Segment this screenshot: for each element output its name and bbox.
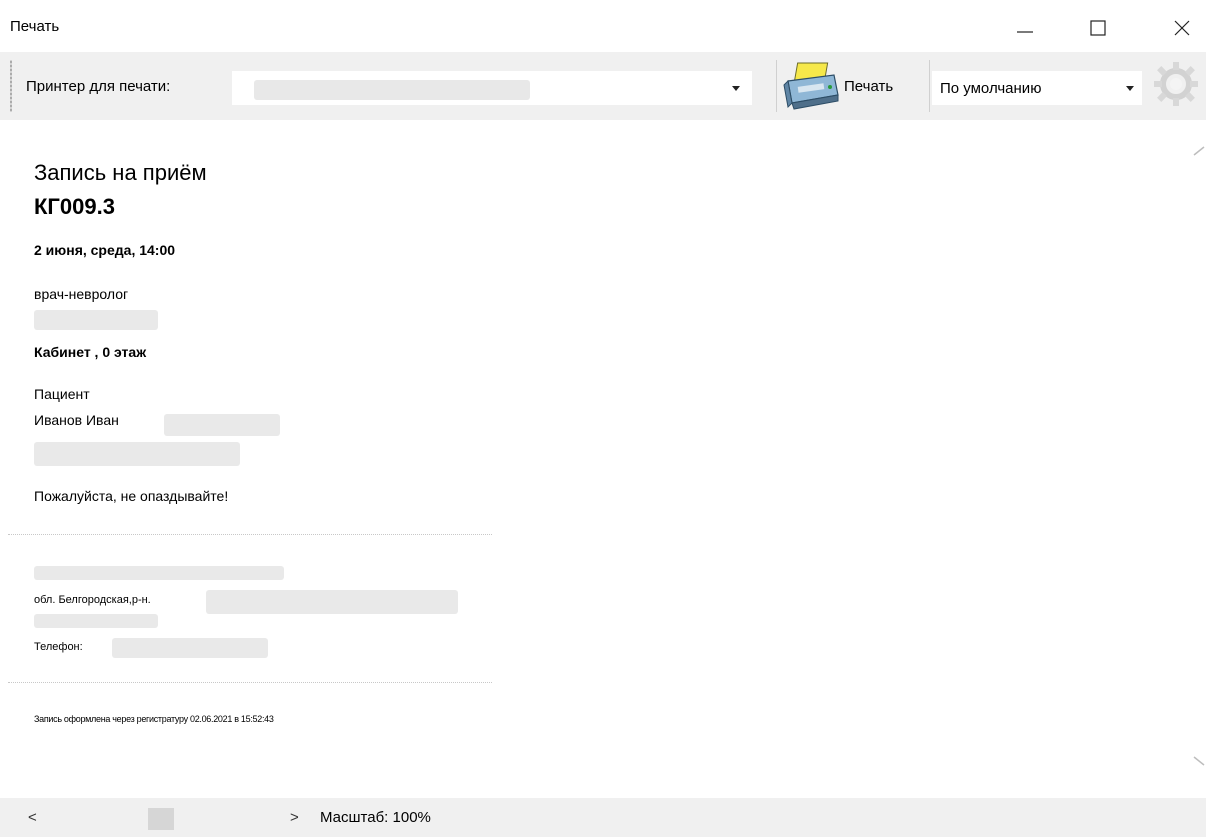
toolbar: Принтер для печати: Печать По умолчанию [0,52,1206,120]
clinic-address: обл. Белгородская,р-н. [34,594,151,606]
print-preview[interactable]: Запись на приём КГ009.3 2 июня, среда, 1… [0,120,1206,798]
status-bar: < > Масштаб: 100% [0,798,1206,837]
print-mode-select[interactable]: По умолчанию [932,71,1142,105]
chevron-down-icon [732,86,740,91]
title-bar: Печать [0,0,1206,52]
patient-surname-redacted [164,414,280,436]
printer-select[interactable] [232,71,752,105]
maximize-icon [1090,20,1106,36]
patient-label: Пациент [34,386,90,402]
phone-redacted [112,638,268,658]
close-icon [1174,20,1190,36]
toolbar-separator [776,60,777,112]
maximize-button[interactable] [1076,10,1120,46]
printer-name-redacted [254,80,530,100]
clinic-name-redacted [34,566,284,580]
gear-icon[interactable] [1150,58,1202,110]
print-mode-value: По умолчанию [940,80,1042,97]
toolbar-separator [929,60,930,112]
footer-note: Запись оформлена через регистратуру 02.0… [34,714,274,724]
zoom-level: Масштаб: 100% [320,809,431,826]
horizontal-scroll-thumb[interactable] [148,808,174,830]
scroll-down-icon[interactable] [1192,754,1206,768]
minimize-icon [1017,31,1033,33]
doctor-specialty: врач-невролог [34,286,129,302]
doctor-name-redacted [34,310,158,330]
phone-label: Телефон: [34,641,83,653]
printer-icon [783,62,839,110]
scroll-left-button[interactable]: < [28,809,37,826]
window-title: Печать [10,18,60,35]
address-line2-redacted [34,614,158,628]
patient-details-redacted [34,442,240,466]
print-button[interactable]: Печать [782,58,928,114]
minimize-button[interactable] [1003,10,1047,46]
chevron-down-icon [1126,86,1134,91]
address-redacted [206,590,458,614]
dotted-divider [8,534,492,535]
scroll-up-icon[interactable] [1192,144,1206,158]
dotted-divider [8,682,492,683]
toolbar-grip[interactable] [10,60,12,112]
reminder-text: Пожалуйста, не опаздывайте! [34,488,229,504]
print-button-label: Печать [844,77,894,95]
printer-label: Принтер для печати: [26,78,171,95]
patient-name: Иванов Иван [34,412,119,428]
appointment-datetime: 2 июня, среда, 14:00 [34,242,176,258]
appointment-code: КГ009.3 [34,194,115,219]
document-heading: Запись на приём [34,160,207,185]
cabinet-info: Кабинет , 0 этаж [34,344,147,360]
close-button[interactable] [1160,10,1204,46]
scroll-right-button[interactable]: > [290,809,299,826]
